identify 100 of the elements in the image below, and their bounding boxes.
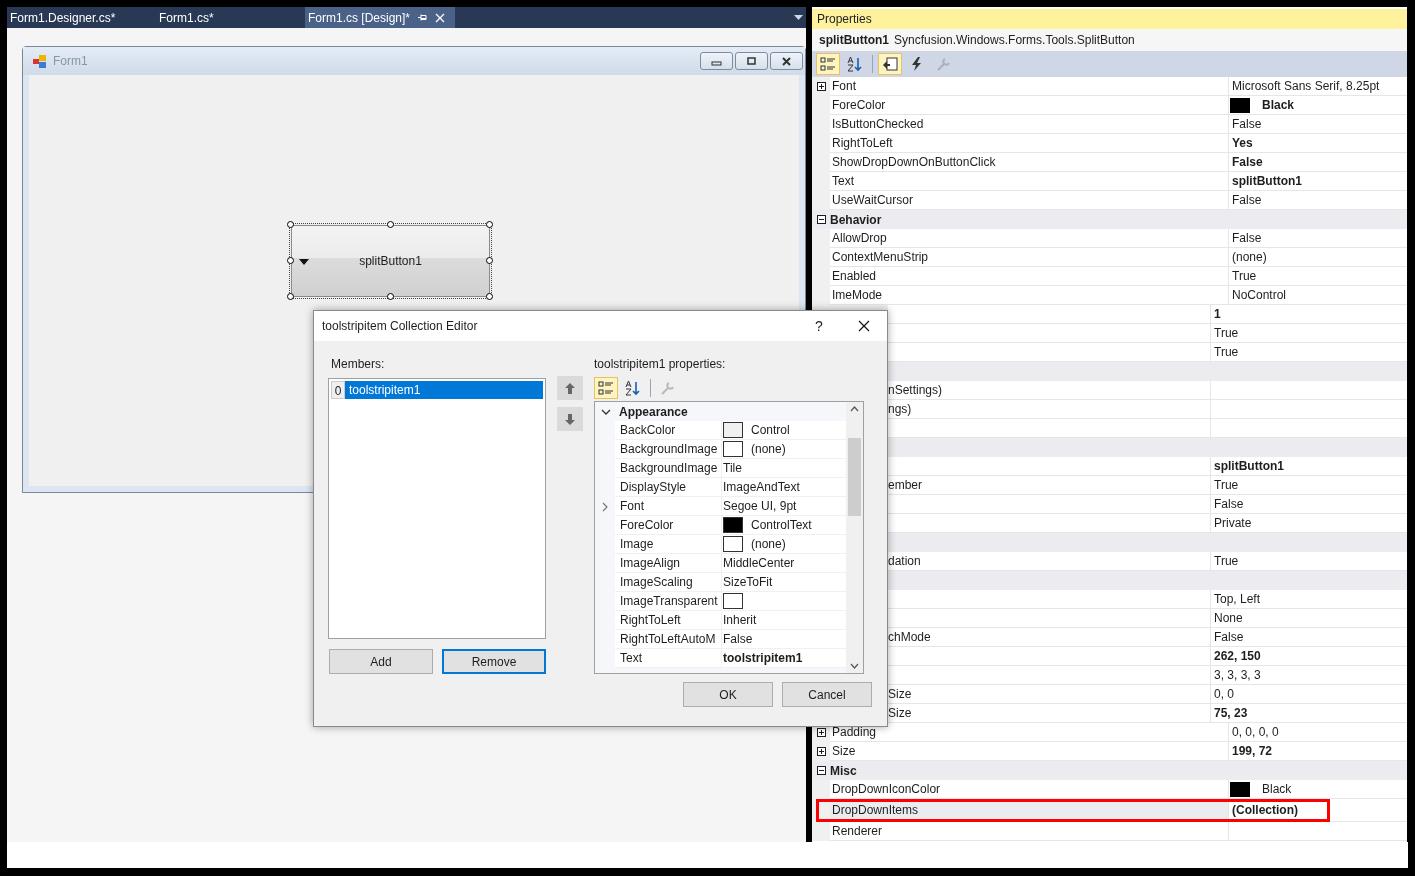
pin-icon[interactable] xyxy=(418,13,428,22)
scroll-up-icon[interactable] xyxy=(850,406,859,412)
document-tab[interactable]: Form1.Designer.cs* xyxy=(7,7,156,28)
category-label: Behavior xyxy=(830,211,882,229)
property-value[interactable]: True xyxy=(1214,552,1239,570)
property-value[interactable]: Yes xyxy=(1232,134,1253,152)
help-button[interactable]: ? xyxy=(797,311,841,341)
move-down-button[interactable] xyxy=(557,407,583,431)
resize-handle[interactable] xyxy=(486,221,493,228)
scrollbar[interactable] xyxy=(846,402,863,673)
property-name[interactable]: UseWaitCursor xyxy=(832,191,913,209)
property-row[interactable]: ImageTransparent xyxy=(595,592,846,611)
property-row[interactable]: RightToLeftAutoM False xyxy=(595,630,846,649)
dialog-title: toolstripitem Collection Editor xyxy=(322,318,478,335)
scroll-down-icon[interactable] xyxy=(850,663,859,669)
chevron-down-icon[interactable] xyxy=(601,408,611,415)
property-name[interactable]: AllowDrop xyxy=(832,229,887,247)
property-name[interactable]: ember xyxy=(888,476,922,494)
property-name[interactable]: Enabled xyxy=(832,267,877,285)
collapse-icon[interactable] xyxy=(816,766,826,775)
close-button[interactable] xyxy=(770,52,803,70)
property-row[interactable]: ImageScaling SizeToFit xyxy=(595,573,846,592)
property-value[interactable]: True xyxy=(1214,476,1239,494)
split-button[interactable]: splitButton1 xyxy=(291,225,490,297)
property-row[interactable]: Font Segoe UI, 9pt xyxy=(595,497,846,516)
property-value[interactable]: Private xyxy=(1214,514,1252,532)
property-name[interactable]: Size xyxy=(832,742,856,760)
resize-handle[interactable] xyxy=(287,257,294,264)
chevron-right-icon[interactable] xyxy=(602,501,608,512)
property-name[interactable]: Font xyxy=(832,77,856,95)
property-value[interactable]: False xyxy=(1214,628,1244,646)
category-row[interactable]: Misc xyxy=(812,761,1407,780)
property-name[interactable]: ngs) xyxy=(888,400,912,418)
property-value[interactable]: None xyxy=(1214,609,1243,627)
maximize-button[interactable] xyxy=(735,52,768,70)
scroll-thumb[interactable] xyxy=(848,438,861,516)
property-value[interactable]: True xyxy=(1214,324,1239,342)
cancel-button[interactable]: Cancel xyxy=(782,682,872,707)
expand-icon[interactable] xyxy=(816,747,826,756)
expand-icon[interactable] xyxy=(816,728,826,737)
remove-button[interactable]: Remove xyxy=(442,649,546,674)
document-tab[interactable]: Form1.cs [Design]* xyxy=(305,7,455,28)
property-name[interactable]: RightToLeft xyxy=(832,134,893,152)
resize-handle[interactable] xyxy=(486,293,493,300)
property-name[interactable]: chMode xyxy=(888,628,931,646)
minimize-button[interactable] xyxy=(700,52,733,70)
property-name[interactable]: Size xyxy=(888,704,912,722)
property-value[interactable]: False xyxy=(1232,229,1262,247)
property-row[interactable]: ImageAlign MiddleCenter xyxy=(595,554,846,573)
form-icon xyxy=(33,54,47,68)
category-row[interactable]: Appearance xyxy=(595,402,846,421)
property-row[interactable]: BackgroundImage Tile xyxy=(595,459,846,478)
property-value[interactable]: False xyxy=(1232,115,1262,133)
property-name[interactable]: Size xyxy=(888,685,912,703)
property-row[interactable]: BackgroundImage (none) xyxy=(595,440,846,459)
resize-handle[interactable] xyxy=(386,221,394,228)
property-name[interactable]: ForeColor xyxy=(832,96,886,114)
property-value[interactable]: True xyxy=(1214,343,1239,361)
property-name[interactable]: DropDownItems xyxy=(832,801,919,819)
property-value[interactable]: True xyxy=(1232,267,1257,285)
property-value[interactable]: False xyxy=(1232,153,1263,171)
property-row[interactable]: Text toolstripitem1 xyxy=(595,649,846,668)
add-button[interactable]: Add xyxy=(329,649,433,674)
resize-handle[interactable] xyxy=(386,293,394,300)
property-value[interactable]: 75, 23 xyxy=(1214,704,1248,722)
property-name[interactable]: dation xyxy=(888,552,921,570)
expand-icon[interactable] xyxy=(816,82,826,91)
property-name[interactable]: Padding xyxy=(832,723,877,741)
property-name[interactable]: Text xyxy=(620,649,642,667)
resize-handle[interactable] xyxy=(287,293,294,300)
resize-handle[interactable] xyxy=(486,257,493,264)
ok-button[interactable]: OK xyxy=(683,682,773,707)
property-value[interactable]: Black xyxy=(1262,96,1295,114)
member-item[interactable]: 0 toolstripitem1 xyxy=(331,381,543,399)
resize-handle[interactable] xyxy=(287,221,294,228)
categorized-icon xyxy=(598,380,614,396)
property-value[interactable]: 0, 0 xyxy=(1214,685,1234,703)
document-tab[interactable]: Form1.cs* xyxy=(156,7,305,28)
property-value[interactable]: 1 xyxy=(1214,305,1221,323)
property-row[interactable]: DisplayStyle ImageAndText xyxy=(595,478,846,497)
dropdown-caret-icon[interactable] xyxy=(794,15,803,20)
property-value[interactable]: (none) xyxy=(1232,248,1267,266)
property-name[interactable]: Renderer xyxy=(832,822,883,840)
close-icon[interactable] xyxy=(435,12,446,23)
property-row[interactable]: RightToLeft Inherit xyxy=(595,611,846,630)
property-name[interactable]: nSettings) xyxy=(888,381,943,399)
property-value[interactable]: Tile xyxy=(723,459,742,477)
property-value[interactable]: Black xyxy=(1262,780,1292,798)
property-name[interactable]: Text xyxy=(832,172,854,190)
property-row[interactable]: ForeColor ControlText xyxy=(595,516,846,535)
sort-az-icon xyxy=(847,56,863,72)
property-row[interactable]: Image (none) xyxy=(595,535,846,554)
property-row[interactable]: BackColor Control xyxy=(595,421,846,440)
property-name[interactable]: ImeMode xyxy=(832,286,883,304)
property-value[interactable]: False xyxy=(1214,495,1244,513)
category-row[interactable]: Behavior xyxy=(812,210,1407,229)
property-value[interactable]: False xyxy=(1232,191,1262,209)
move-up-button[interactable] xyxy=(557,376,583,400)
collapse-icon[interactable] xyxy=(816,215,826,224)
toolbar-button[interactable] xyxy=(878,53,902,75)
